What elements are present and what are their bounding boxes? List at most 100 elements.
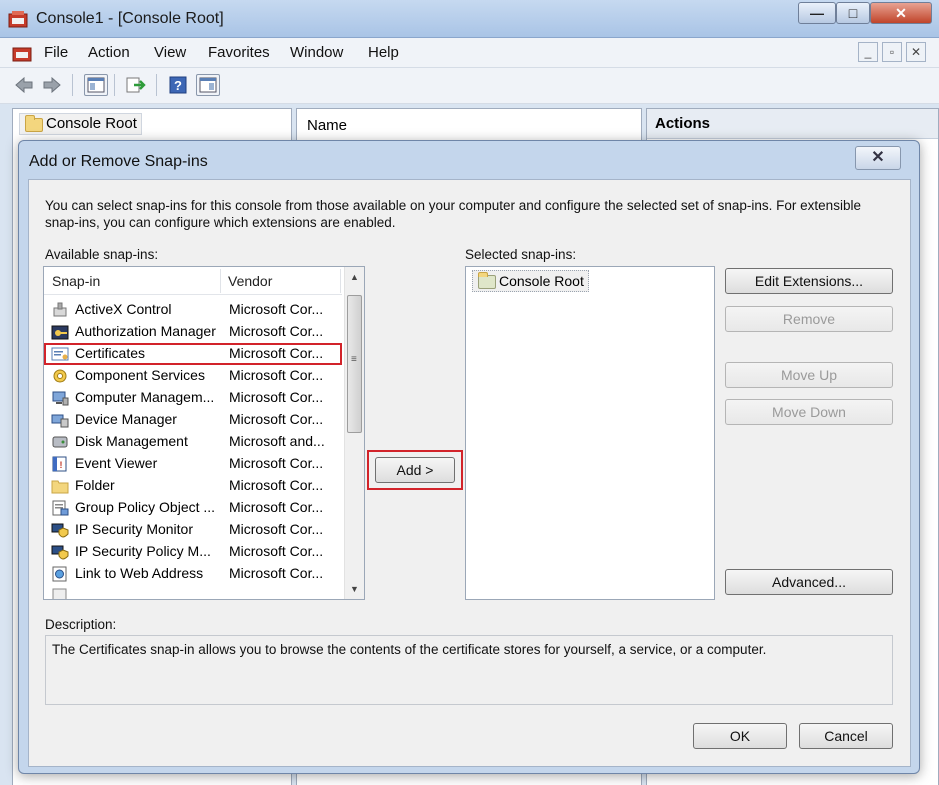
back-arrow-icon <box>15 77 33 93</box>
svg-text:!: ! <box>60 460 63 470</box>
selected-item-console-root[interactable]: Console Root <box>472 270 589 292</box>
snapin-row-component-services[interactable]: Component Services Microsoft Cor... <box>44 365 342 387</box>
snapin-row-certificates[interactable]: Certificates Microsoft Cor... <box>44 343 342 365</box>
mdi-close-button[interactable]: ✕ <box>906 42 926 62</box>
menu-window[interactable]: Window <box>290 44 343 61</box>
snapin-column-header[interactable]: Snap-in <box>52 273 100 289</box>
snapin-vendor: Microsoft and... <box>229 433 325 449</box>
snapin-row-disk-management[interactable]: Disk Management Microsoft and... <box>44 431 342 453</box>
remove-button[interactable]: Remove <box>725 306 893 332</box>
snapin-row-group-policy[interactable]: Group Policy Object ... Microsoft Cor... <box>44 497 342 519</box>
snapin-row-activex[interactable]: ActiveX Control Microsoft Cor... <box>44 299 342 321</box>
edit-extensions-button[interactable]: Edit Extensions... <box>725 268 893 294</box>
event-viewer-icon: ! <box>52 456 67 472</box>
snapin-row-computer-management[interactable]: Computer Managem... Microsoft Cor... <box>44 387 342 409</box>
activex-icon <box>53 302 67 317</box>
snapin-row-link-to-web-address[interactable]: Link to Web Address Microsoft Cor... <box>44 563 342 585</box>
snapin-name: Group Policy Object ... <box>75 499 216 515</box>
console-root-node[interactable]: Console Root <box>19 113 142 135</box>
advanced-button[interactable]: Advanced... <box>725 569 893 595</box>
snapin-vendor: Microsoft Cor... <box>229 301 324 317</box>
move-up-button[interactable]: Move Up <box>725 362 893 388</box>
menu-favorites[interactable]: Favorites <box>208 44 270 61</box>
description-label: Description: <box>45 617 117 632</box>
back-button[interactable] <box>12 74 36 96</box>
available-list-scrollbar[interactable]: ▲ ≡ ▼ <box>344 267 364 599</box>
minimize-button[interactable]: — <box>798 2 836 24</box>
description-text: The Certificates snap-in allows you to b… <box>52 642 767 657</box>
console-menu-icon[interactable] <box>12 44 32 62</box>
move-down-button[interactable]: Move Down <box>725 399 893 425</box>
snapin-name: ActiveX Control <box>75 301 172 317</box>
available-snapins-list[interactable]: Snap-in Vendor ActiveX Control Microsoft… <box>43 266 365 600</box>
ok-button[interactable]: OK <box>693 723 787 749</box>
add-remove-snapins-dialog: Add or Remove Snap-ins ✕ You can select … <box>18 140 920 774</box>
certificate-icon <box>51 347 69 361</box>
menu-action[interactable]: Action <box>88 44 130 61</box>
export-list-button[interactable] <box>124 74 148 96</box>
snapin-row-device-manager[interactable]: Device Manager Microsoft Cor... <box>44 409 342 431</box>
snapin-vendor: Microsoft Cor... <box>229 323 324 339</box>
mdi-minimize-button[interactable]: _ <box>858 42 878 62</box>
selected-snapins-list[interactable]: Console Root <box>465 266 715 600</box>
snapin-vendor: Microsoft Cor... <box>229 455 324 471</box>
show-hide-tree-button[interactable] <box>84 74 108 96</box>
scroll-up-arrow-icon[interactable]: ▲ <box>348 269 361 285</box>
toolbar: ? <box>0 68 939 104</box>
folder-icon <box>51 480 69 494</box>
snapin-row-ip-security-policy[interactable]: IP Security Policy M... Microsoft Cor... <box>44 541 342 563</box>
folder-icon <box>478 272 496 289</box>
help-icon: ? <box>169 76 187 94</box>
show-hide-action-pane-button[interactable] <box>196 74 220 96</box>
maximize-button[interactable]: □ <box>836 2 870 24</box>
dialog-body: You can select snap-ins for this console… <box>28 179 911 767</box>
description-box: The Certificates snap-in allows you to b… <box>45 635 893 705</box>
cancel-button[interactable]: Cancel <box>799 723 893 749</box>
vendor-column-header[interactable]: Vendor <box>228 273 272 289</box>
snapin-name: Link to Web Address <box>75 565 204 581</box>
selected-snapins-label: Selected snap-ins: <box>465 247 577 262</box>
snapin-vendor: Microsoft Cor... <box>229 565 324 581</box>
dialog-intro-text: You can select snap-ins for this console… <box>45 198 861 230</box>
svg-text:?: ? <box>174 78 182 93</box>
menu-file[interactable]: File <box>44 44 68 61</box>
snapin-name: Device Manager <box>75 411 177 427</box>
scrollbar-thumb[interactable]: ≡ <box>347 295 362 433</box>
window-titlebar: Console1 - [Console Root] — □ ✕ <box>0 0 939 38</box>
close-button[interactable]: ✕ <box>870 2 932 24</box>
results-header: Name <box>297 109 641 141</box>
snapin-row-partial <box>44 585 342 599</box>
folder-icon <box>25 115 43 132</box>
scroll-down-arrow-icon[interactable]: ▼ <box>348 581 361 597</box>
dialog-close-button[interactable]: ✕ <box>855 146 901 170</box>
menu-help[interactable]: Help <box>368 44 399 61</box>
snapin-name: Authorization Manager <box>75 323 216 339</box>
snapin-row-ip-security-monitor[interactable]: IP Security Monitor Microsoft Cor... <box>44 519 342 541</box>
mdi-restore-button[interactable]: ▫ <box>882 42 902 62</box>
snapin-name: IP Security Policy M... <box>75 543 211 559</box>
snapin-name: Folder <box>75 477 115 493</box>
snapin-row-event-viewer[interactable]: ! Event Viewer Microsoft Cor... <box>44 453 342 475</box>
computer-management-icon <box>52 391 69 406</box>
selected-item-label: Console Root <box>499 273 584 289</box>
window-title: Console1 - [Console Root] <box>36 10 224 27</box>
action-pane-icon <box>199 77 217 93</box>
console-root-label: Console Root <box>46 115 137 132</box>
menubar: File Action View Favorites Window Help _… <box>0 38 939 68</box>
component-services-icon <box>53 369 67 383</box>
snapin-vendor: Microsoft Cor... <box>229 345 324 361</box>
snapin-row-authorization-manager[interactable]: Authorization Manager Microsoft Cor... <box>44 321 342 343</box>
snapin-name: Certificates <box>75 345 146 361</box>
help-button[interactable]: ? <box>166 74 190 96</box>
name-column-header[interactable]: Name <box>307 117 347 134</box>
menu-view[interactable]: View <box>154 44 186 61</box>
snapin-name: Computer Managem... <box>75 389 215 405</box>
forward-button[interactable] <box>40 74 64 96</box>
web-link-icon <box>52 566 67 582</box>
add-button[interactable]: Add > <box>375 457 455 483</box>
list-header: Snap-in Vendor <box>44 267 342 295</box>
snapin-vendor: Microsoft Cor... <box>229 411 324 427</box>
scrollbar-grip-icon: ≡ <box>351 354 357 365</box>
snapin-row-folder[interactable]: Folder Microsoft Cor... <box>44 475 342 497</box>
snapin-vendor: Microsoft Cor... <box>229 499 324 515</box>
